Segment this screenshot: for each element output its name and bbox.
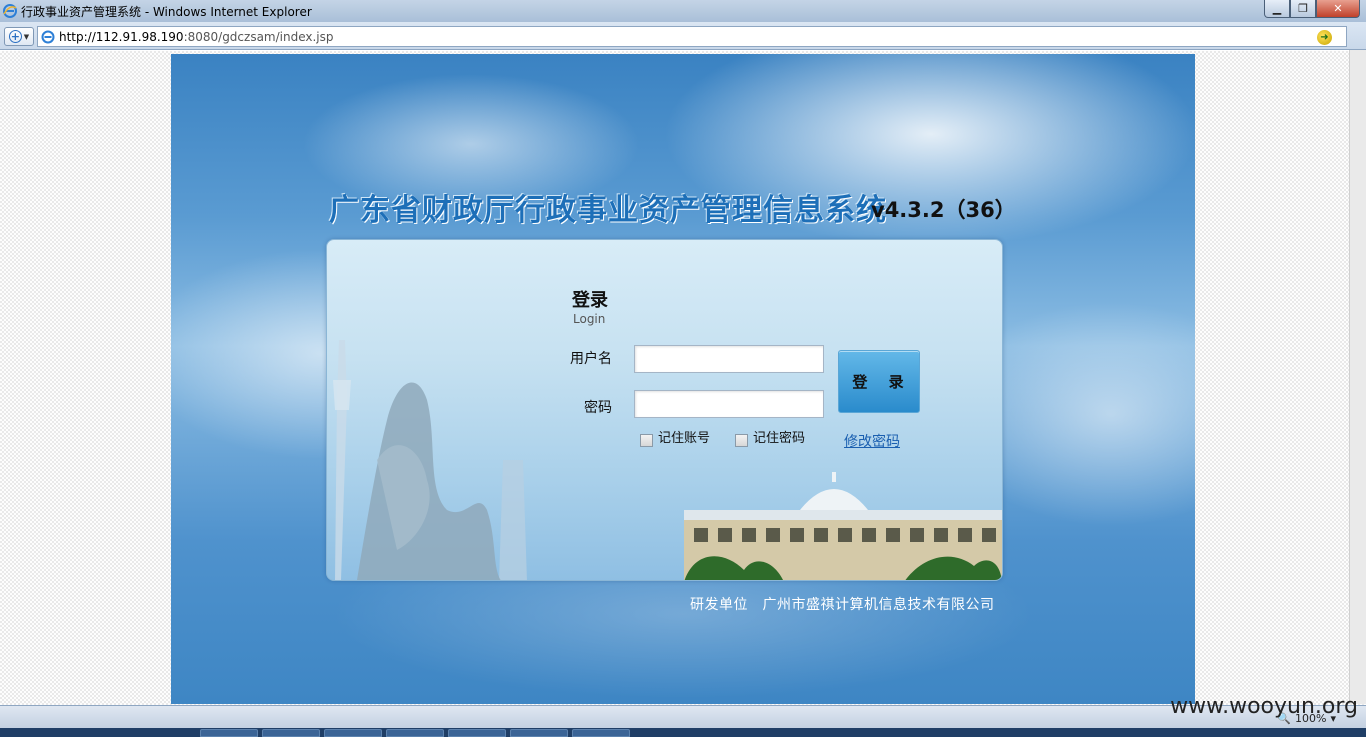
new-tab-button[interactable]: + ▼ — [4, 27, 34, 46]
minimize-button[interactable]: ▁ — [1264, 0, 1290, 18]
login-subheading: Login — [573, 312, 606, 326]
url-host: http://112.91.98.190 — [59, 29, 184, 44]
password-label: 密码 — [584, 400, 612, 416]
watermark: www.wooyun.org — [1170, 694, 1358, 719]
login-heading: 登录 — [572, 290, 608, 311]
page-viewport: 广东省财政厅行政事业资产管理信息系统 v4.3.2（36） 登录 Login 用… — [0, 51, 1366, 705]
url-field[interactable]: http://112.91.98.190:8080/gdczsam/index.… — [37, 26, 1347, 47]
remember-account-checkbox[interactable] — [640, 434, 653, 447]
window-title: 行政事业资产管理系统 - Windows Internet Explorer — [21, 4, 312, 19]
password-input[interactable] — [634, 390, 824, 418]
url-text: http://112.91.98.190:8080/gdczsam/index.… — [59, 30, 334, 44]
maximize-button[interactable]: ❐ — [1290, 0, 1316, 18]
plus-icon: + — [8, 30, 22, 43]
system-version: v4.3.2（36） — [871, 198, 1016, 222]
close-button[interactable]: ✕ — [1316, 0, 1360, 18]
developer-footer: 研发单位 广州市盛祺计算机信息技术有限公司 — [690, 597, 995, 613]
login-button[interactable]: 登 录 — [838, 350, 920, 413]
chevron-down-icon: ▼ — [23, 32, 30, 41]
page-ie-icon — [41, 30, 55, 43]
username-label: 用户名 — [570, 351, 612, 367]
login-panel: 登录 Login 用户名 密码 登 录 记住账号 记住密码 修改密码 — [326, 239, 1003, 581]
compatibility-icon[interactable]: ➜ — [1317, 30, 1332, 45]
taskbar: 🔍 100% ▾ www.wooyun.org — [0, 694, 1366, 737]
remember-account-label: 记住账号 — [658, 431, 711, 446]
goat-statue-illustration — [333, 340, 527, 580]
building-illustration — [684, 472, 1002, 580]
address-bar: + ▼ http://112.91.98.190:8080/gdczsam/in… — [0, 22, 1366, 50]
remember-password-checkbox[interactable] — [735, 434, 748, 447]
window-title-bar: 行政事业资产管理系统 - Windows Internet Explorer ▁… — [0, 0, 1366, 22]
vertical-scrollbar[interactable] — [1349, 50, 1366, 704]
login-stage: 广东省财政厅行政事业资产管理信息系统 v4.3.2（36） 登录 Login 用… — [171, 54, 1195, 704]
url-path: :8080/gdczsam/index.jsp — [183, 29, 334, 44]
change-password-link[interactable]: 修改密码 — [844, 431, 900, 451]
system-title: 广东省财政厅行政事业资产管理信息系统 — [329, 193, 887, 228]
remember-password-label: 记住密码 — [753, 431, 806, 446]
ie-icon — [3, 4, 17, 18]
username-input[interactable] — [634, 345, 824, 373]
